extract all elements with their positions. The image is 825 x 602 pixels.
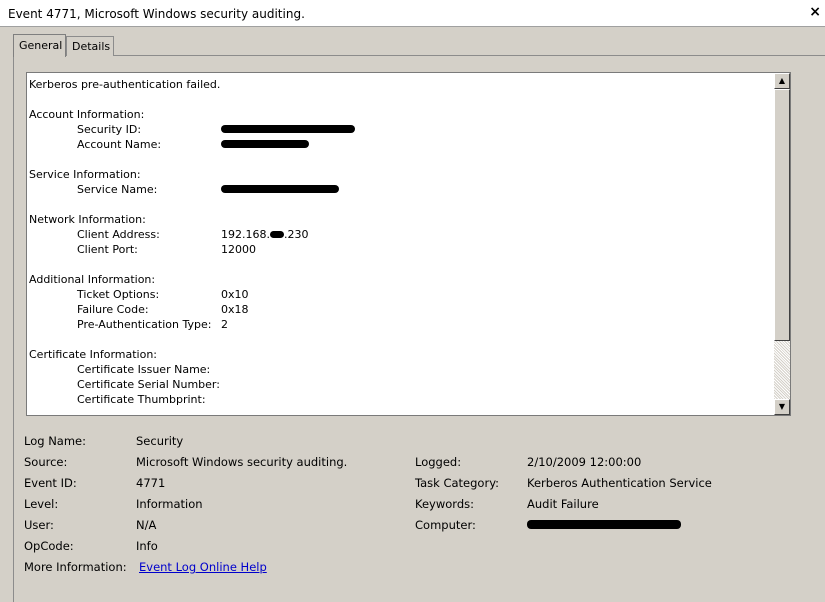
cert-issuer-row: Certificate Issuer Name: bbox=[29, 362, 772, 377]
user-label: User: bbox=[24, 518, 54, 532]
service-name-row: Service Name: bbox=[29, 182, 772, 197]
scroll-down-icon[interactable]: ▼ bbox=[774, 399, 790, 415]
summary-line: Kerberos pre-authentication failed. bbox=[29, 78, 221, 91]
cert-thumbprint-row: Certificate Thumbprint: bbox=[29, 392, 772, 407]
failure-code-row: Failure Code: 0x18 bbox=[29, 302, 772, 317]
client-address-value: 192.168. .230 bbox=[221, 228, 309, 241]
logged-label: Logged: bbox=[415, 455, 462, 469]
preauth-type-value: 2 bbox=[221, 318, 228, 331]
event-log-online-help-link[interactable]: Event Log Online Help bbox=[139, 560, 267, 574]
tab-details[interactable]: Details bbox=[66, 36, 114, 56]
security-id-row: Security ID: bbox=[29, 122, 772, 137]
task-category-label: Task Category: bbox=[415, 476, 500, 490]
logged-value: 2/10/2009 12:00:00 bbox=[527, 455, 642, 469]
failure-code-value: 0x18 bbox=[221, 303, 249, 316]
event-id-label: Event ID: bbox=[24, 476, 77, 490]
ticket-options-label: Ticket Options: bbox=[77, 288, 160, 301]
failure-code-label: Failure Code: bbox=[77, 303, 149, 316]
log-name-label: Log Name: bbox=[24, 434, 86, 448]
source-value: Microsoft Windows security auditing. bbox=[136, 455, 348, 469]
network-info-header: Network Information: bbox=[29, 213, 146, 226]
tab-general[interactable]: General bbox=[13, 34, 66, 57]
cert-thumbprint-label: Certificate Thumbprint: bbox=[77, 393, 206, 406]
service-info-header: Service Information: bbox=[29, 168, 141, 181]
account-info-header: Account Information: bbox=[29, 108, 145, 121]
vertical-scrollbar[interactable]: ▲ ▼ bbox=[774, 73, 790, 415]
ticket-options-row: Ticket Options: 0x10 bbox=[29, 287, 772, 302]
preauth-type-label: Pre-Authentication Type: bbox=[77, 318, 212, 331]
client-address-label: Client Address: bbox=[77, 228, 160, 241]
title-bar: Event 4771, Microsoft Windows security a… bbox=[0, 0, 825, 27]
scroll-thumb[interactable] bbox=[774, 89, 790, 341]
client-port-label: Client Port: bbox=[77, 243, 138, 256]
window-title: Event 4771, Microsoft Windows security a… bbox=[8, 7, 305, 21]
scroll-up-icon[interactable]: ▲ bbox=[774, 73, 790, 89]
log-name-value: Security bbox=[136, 434, 184, 448]
computer-value-redacted bbox=[527, 518, 681, 532]
client-address-row: Client Address: 192.168. .230 bbox=[29, 227, 772, 242]
user-value: N/A bbox=[136, 518, 157, 532]
account-name-redacted bbox=[221, 137, 309, 152]
close-icon[interactable]: × bbox=[809, 5, 821, 19]
certificate-info-header: Certificate Information: bbox=[29, 348, 158, 361]
keywords-label: Keywords: bbox=[415, 497, 474, 511]
client-port-row: Client Port: 12000 bbox=[29, 242, 772, 257]
cert-issuer-label: Certificate Issuer Name: bbox=[77, 363, 211, 376]
keywords-value: Audit Failure bbox=[527, 497, 599, 511]
cert-serial-row: Certificate Serial Number: bbox=[29, 377, 772, 392]
more-info-label: More Information: bbox=[24, 560, 127, 574]
scroll-track[interactable] bbox=[774, 341, 790, 399]
service-name-redacted bbox=[221, 182, 339, 197]
preauth-type-row: Pre-Authentication Type: 2 bbox=[29, 317, 772, 332]
event-id-value: 4771 bbox=[136, 476, 166, 490]
client-address-redacted bbox=[269, 230, 284, 238]
cert-serial-label: Certificate Serial Number: bbox=[77, 378, 220, 391]
level-value: Information bbox=[136, 497, 203, 511]
client-port-value: 12000 bbox=[221, 243, 256, 256]
source-label: Source: bbox=[24, 455, 68, 469]
additional-info-header: Additional Information: bbox=[29, 273, 156, 286]
event-description-box[interactable]: Kerberos pre-authentication failed. Acco… bbox=[26, 72, 791, 416]
opcode-label: OpCode: bbox=[24, 539, 74, 553]
service-name-label: Service Name: bbox=[77, 183, 158, 196]
account-name-label: Account Name: bbox=[77, 138, 162, 151]
security-id-label: Security ID: bbox=[77, 123, 142, 136]
level-label: Level: bbox=[24, 497, 59, 511]
task-category-value: Kerberos Authentication Service bbox=[527, 476, 712, 490]
opcode-value: Info bbox=[136, 539, 158, 553]
computer-label: Computer: bbox=[415, 518, 476, 532]
ticket-options-value: 0x10 bbox=[221, 288, 249, 301]
security-id-redacted bbox=[221, 122, 355, 137]
account-name-row: Account Name: bbox=[29, 137, 772, 152]
